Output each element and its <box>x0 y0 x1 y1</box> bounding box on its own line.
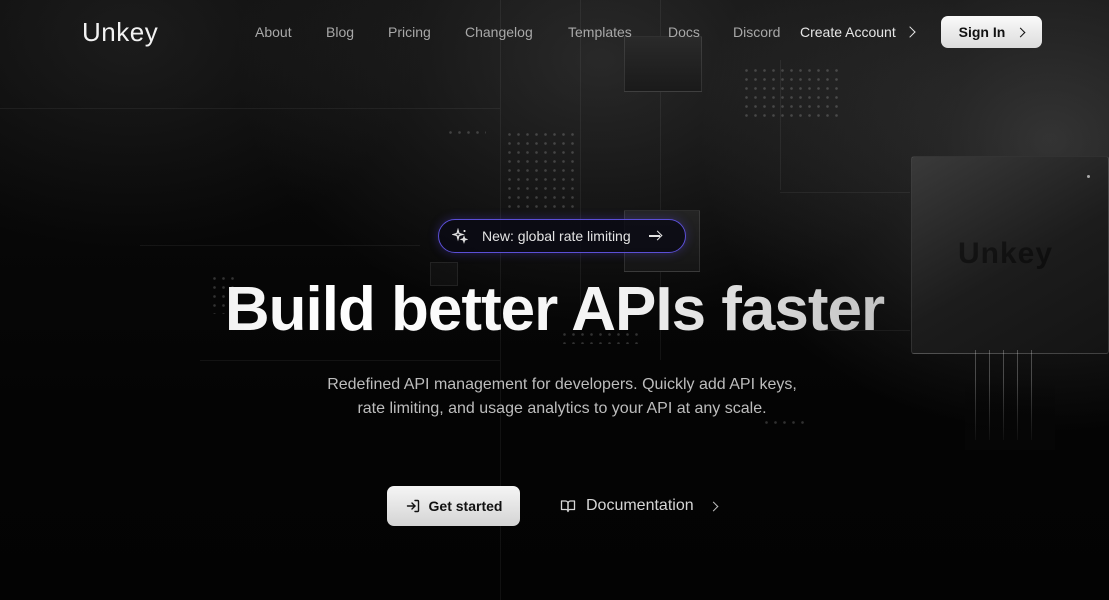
book-icon <box>560 498 576 514</box>
nav-link-docs[interactable]: Docs <box>668 24 700 40</box>
chip-logo-mark: Unkey <box>958 237 1054 270</box>
login-icon <box>405 498 421 514</box>
chevron-right-icon <box>904 26 916 38</box>
sparkle-icon <box>452 228 468 244</box>
nav-link-discord[interactable]: Discord <box>733 24 780 40</box>
announcement-text: New: global rate limiting <box>482 228 631 244</box>
arrow-right-icon <box>648 235 660 237</box>
sign-in-button[interactable]: Sign In <box>941 16 1042 48</box>
get-started-button[interactable]: Get started <box>387 486 520 526</box>
top-navigation: Unkey About Blog Pricing Changelog Templ… <box>0 0 1109 64</box>
hero-subtitle: Redefined API management for developers.… <box>327 376 797 417</box>
nav-link-templates[interactable]: Templates <box>568 24 632 40</box>
brand-logo[interactable]: Unkey <box>82 17 158 48</box>
create-account-label: Create Account <box>800 24 896 40</box>
nav-link-changelog[interactable]: Changelog <box>465 24 533 40</box>
create-account-link[interactable]: Create Account <box>800 24 916 40</box>
documentation-label: Documentation <box>586 497 694 514</box>
hero-title: Build better APIs faster <box>0 272 1109 348</box>
nav-link-about[interactable]: About <box>255 24 292 40</box>
nav-link-pricing[interactable]: Pricing <box>388 24 431 40</box>
get-started-label: Get started <box>428 498 503 514</box>
documentation-link[interactable]: Documentation <box>560 493 719 519</box>
sign-in-label: Sign In <box>958 24 1006 40</box>
chevron-right-icon <box>708 501 719 511</box>
announcement-badge[interactable]: New: global rate limiting <box>438 219 686 253</box>
chevron-right-icon <box>1015 27 1026 37</box>
nav-link-blog[interactable]: Blog <box>326 24 354 40</box>
